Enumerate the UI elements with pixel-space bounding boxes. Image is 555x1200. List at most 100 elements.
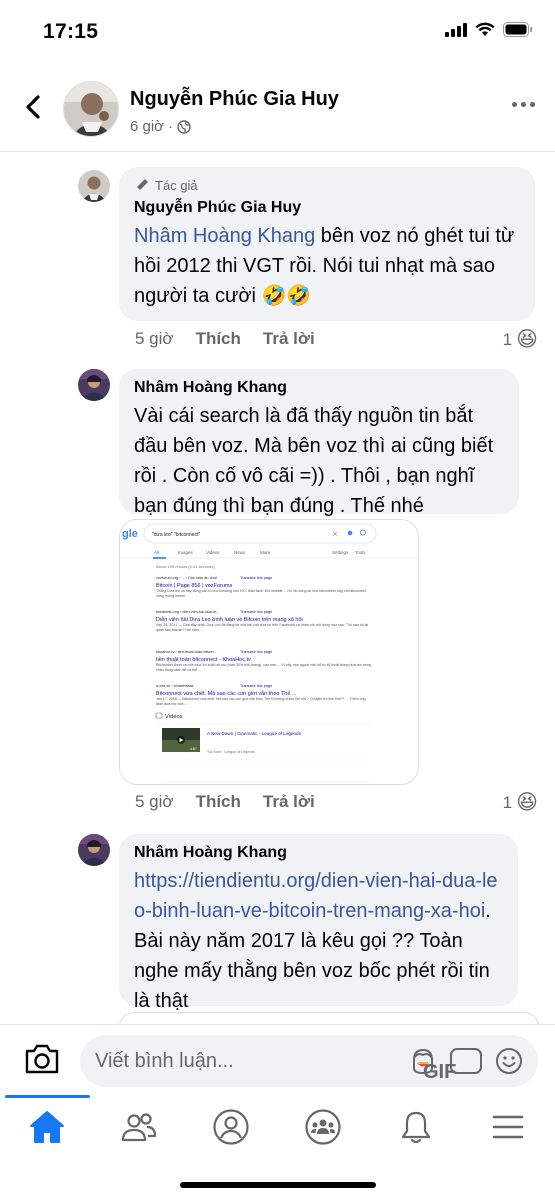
comment-author-name[interactable]: Nguyễn Phúc Gia Huy bbox=[134, 199, 520, 217]
result-url: a.vnd.vn › showthread bbox=[156, 684, 193, 688]
like-button[interactable]: Thích bbox=[196, 792, 241, 812]
comment-author-name[interactable]: Nhâm Hoàng Khang bbox=[134, 379, 504, 397]
post-author-name[interactable]: Nguyễn Phúc Gia Huy bbox=[130, 88, 339, 111]
comment-time: 5 giờ bbox=[135, 792, 174, 811]
result-translate: Translate this page bbox=[240, 650, 272, 654]
comment-bubble[interactable]: Nhâm Hoàng Khang https://tiendientu.org/… bbox=[119, 834, 518, 1012]
friends-icon bbox=[121, 1113, 157, 1142]
gif-button[interactable]: GIF bbox=[423, 1048, 482, 1083]
avatar[interactable] bbox=[78, 834, 110, 866]
mention-link[interactable]: Nhâm Hoàng Khang bbox=[134, 225, 315, 247]
author-badge-label: Tác giả bbox=[155, 177, 198, 193]
next-attachment-edge bbox=[119, 1012, 539, 1024]
clear-icon: × bbox=[332, 530, 338, 538]
emoji-icon[interactable] bbox=[494, 1046, 524, 1076]
comment-composer: Viết bình luận... GIF bbox=[0, 1024, 555, 1100]
emoji: 🤣🤣 bbox=[261, 285, 312, 307]
reply-button[interactable]: Trả lời bbox=[263, 329, 315, 349]
laugh-reaction-icon: 😆 bbox=[516, 328, 538, 351]
back-button[interactable] bbox=[18, 92, 48, 122]
bottom-navigation bbox=[0, 1095, 555, 1200]
home-icon bbox=[30, 1111, 64, 1143]
chevron-left-icon bbox=[26, 95, 40, 119]
laugh-reaction-icon: 😆 bbox=[516, 791, 538, 814]
result-title: Bitconnect vừa chết. Mà sao các con giời… bbox=[156, 690, 297, 697]
nav-profile[interactable] bbox=[211, 1107, 251, 1147]
camera-button[interactable] bbox=[24, 1043, 60, 1080]
avatar[interactable] bbox=[78, 369, 110, 401]
result-title: Diễn viên hài Dưa Leo bình luận về Bitco… bbox=[156, 616, 303, 623]
mic-icon bbox=[347, 530, 353, 536]
comment-actions: 5 giờ Thích Trả lời bbox=[135, 792, 315, 812]
cellular-signal-icon bbox=[445, 22, 467, 37]
comment-item: Nhâm Hoàng Khang https://tiendientu.org/… bbox=[0, 834, 555, 1024]
more-options-button[interactable] bbox=[512, 102, 535, 107]
groups-icon bbox=[305, 1109, 341, 1145]
article-link[interactable]: https://tiendientu.org/dien-vien-hai-dua… bbox=[134, 870, 498, 922]
tab-news: News bbox=[234, 550, 246, 555]
gif-label: GIF bbox=[423, 1061, 457, 1083]
nav-home[interactable] bbox=[27, 1107, 67, 1147]
reaction-summary[interactable]: 1 😆 bbox=[503, 790, 538, 815]
author-badge: Tác giả bbox=[134, 177, 520, 193]
wifi-icon bbox=[475, 22, 495, 36]
more-dot-icon bbox=[521, 102, 526, 107]
status-bar: 17:15 bbox=[0, 0, 555, 64]
result-snippet: Bitconnect được ra một mức lời suất rất … bbox=[156, 663, 371, 672]
tab-images: Images bbox=[178, 550, 194, 555]
globe-icon bbox=[177, 119, 191, 134]
like-button[interactable]: Thích bbox=[196, 329, 241, 349]
search-results-screenshot: gle "dưa leo" "bitconnect" × All Images … bbox=[120, 520, 418, 784]
result-url: vozforum.org › ... › Các môn ăn chơi bbox=[156, 576, 217, 580]
comment-text: https://tiendientu.org/dien-vien-hai-dua… bbox=[134, 866, 503, 1016]
profile-photo bbox=[78, 170, 110, 202]
reaction-count: 1 bbox=[502, 329, 513, 349]
hamburger-menu-icon bbox=[492, 1115, 524, 1139]
reaction-summary[interactable]: 1 😆 bbox=[503, 327, 538, 352]
profile-photo bbox=[64, 82, 118, 136]
nav-menu[interactable] bbox=[488, 1107, 528, 1147]
comment-body: Vài cái search là đã thấy nguồn tin bắt … bbox=[134, 405, 494, 517]
profile-icon bbox=[213, 1109, 249, 1145]
tab-videos: Videos bbox=[206, 550, 220, 555]
tab-tools: Tools bbox=[355, 550, 366, 555]
result-translate: Translate this page bbox=[240, 684, 272, 688]
videos-label: Videos bbox=[165, 714, 183, 720]
status-time: 17:15 bbox=[43, 20, 99, 43]
video-duration: 4:57 bbox=[190, 747, 197, 751]
post-meta: 6 giờ · bbox=[130, 118, 191, 135]
comment-image-attachment[interactable]: gle "dưa leo" "bitconnect" × All Images … bbox=[119, 519, 419, 785]
nav-friends[interactable] bbox=[119, 1107, 159, 1147]
reply-button[interactable]: Trả lời bbox=[263, 792, 315, 812]
google-logo-fragment: gle bbox=[122, 528, 138, 540]
avatar[interactable] bbox=[78, 170, 110, 202]
comment-bubble[interactable]: Tác giả Nguyễn Phúc Gia Huy Nhâm Hoàng K… bbox=[119, 167, 535, 321]
comment-input-placeholder: Viết bình luận... bbox=[95, 1050, 234, 1072]
avatar[interactable] bbox=[63, 81, 119, 137]
video-source: YouTube · League of Legends bbox=[207, 750, 255, 754]
nav-groups[interactable] bbox=[303, 1107, 343, 1147]
result-url: khoahoc.tv › tien-thuat-toan-bitcon... bbox=[156, 650, 217, 654]
active-tab-indicator bbox=[5, 1095, 90, 1098]
comment-bubble[interactable]: Nhâm Hoàng Khang Vài cái search là đã th… bbox=[119, 369, 519, 517]
battery-icon bbox=[503, 22, 533, 37]
pencil-icon bbox=[136, 179, 148, 191]
post-header: Nguyễn Phúc Gia Huy 6 giờ · bbox=[0, 64, 555, 152]
comment-actions: 5 giờ Thích Trả lời bbox=[135, 329, 315, 349]
home-indicator bbox=[180, 1182, 376, 1188]
result-snippet: Jan 17, 2018 — Bitconnect vừa chết. Mà s… bbox=[156, 697, 366, 706]
profile-photo bbox=[78, 369, 110, 401]
comment-author-name[interactable]: Nhâm Hoàng Khang bbox=[134, 844, 503, 862]
meta-separator: · bbox=[168, 118, 174, 135]
post-time: 6 giờ bbox=[130, 118, 165, 135]
tab-settings: Settings bbox=[332, 550, 349, 555]
more-dot-icon bbox=[530, 102, 535, 107]
bell-icon bbox=[401, 1111, 431, 1144]
profile-photo bbox=[78, 834, 110, 866]
nav-notifications[interactable] bbox=[396, 1107, 436, 1147]
comment-input[interactable]: Viết bình luận... GIF bbox=[80, 1035, 538, 1087]
video-title: A New Dawn | Cinematic - League of Legen… bbox=[207, 731, 302, 736]
tab-more: More bbox=[260, 550, 271, 555]
result-translate: Translate this page bbox=[240, 576, 272, 580]
input-icons: GIF bbox=[408, 1046, 524, 1083]
